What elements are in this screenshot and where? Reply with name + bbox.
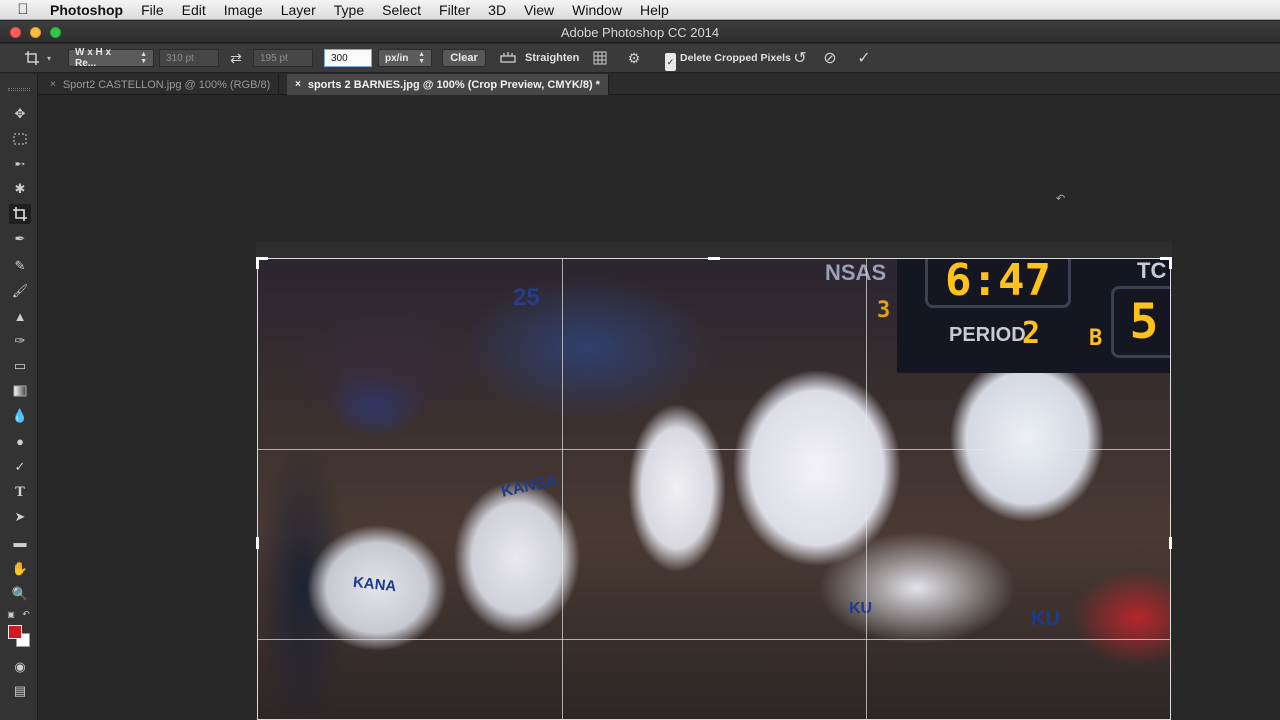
pen-tool-icon[interactable]: ✓ xyxy=(9,457,31,477)
team-left-digit: 3 xyxy=(877,298,891,323)
apple-menu-icon[interactable]:  xyxy=(0,1,46,18)
select-arrows-icon: ▲ ▼ xyxy=(418,51,425,65)
healing-brush-tool-icon[interactable]: ✎ xyxy=(9,256,31,276)
close-tab-icon[interactable]: × xyxy=(295,79,301,90)
resolution-unit-label: px/in xyxy=(385,52,409,64)
scoreboard-team-text-right: TC xyxy=(1137,258,1167,283)
menu-layer[interactable]: Layer xyxy=(272,2,325,18)
delete-cropped-pixels-label: Delete Cropped Pixels xyxy=(680,52,791,64)
brush-tool-icon[interactable]: 🖌 xyxy=(9,281,31,301)
document-tab-sport2-castellon[interactable]: × Sport2 CASTELLON.jpg @ 100% (RGB/8) xyxy=(42,74,280,95)
menu-help[interactable]: Help xyxy=(631,2,678,18)
menu-file[interactable]: File xyxy=(132,2,173,18)
move-tool-icon[interactable]: ✥ xyxy=(9,104,31,124)
period-value: 2 xyxy=(1022,316,1041,351)
document-tab-label: Sport2 CASTELLON.jpg @ 100% (RGB/8) xyxy=(62,78,271,91)
menu-type[interactable]: Type xyxy=(325,2,373,18)
overlay-grid-icon[interactable] xyxy=(591,49,609,67)
hand-tool-icon[interactable]: ✋ xyxy=(9,559,31,579)
delete-cropped-pixels-checkbox[interactable]: ✓ xyxy=(665,53,676,71)
menu-view[interactable]: View xyxy=(515,2,563,18)
history-brush-tool-icon[interactable]: ✑ xyxy=(9,331,31,351)
tools-panel: ✥ ➸ ✱ ✒ ✎ 🖌 ▲ ✑ ▭ 💧 ● ✓ T ➤ ▬ ✋ 🔍 ▣ ↶ ◉ … xyxy=(0,74,38,720)
blur-tool-icon[interactable]: 💧 xyxy=(9,406,31,426)
document-tab-sports2-barnes[interactable]: × sports 2 BARNES.jpg @ 100% (Crop Previ… xyxy=(287,74,609,95)
crop-width-field[interactable]: 310 pt xyxy=(159,49,219,67)
clear-button[interactable]: Clear xyxy=(442,49,486,67)
eraser-tool-icon[interactable]: ▭ xyxy=(9,356,31,376)
game-clock: 6:47 xyxy=(925,258,1071,308)
window-title-bar: Adobe Photoshop CC 2014 xyxy=(0,21,1280,43)
menu-select[interactable]: Select xyxy=(373,2,430,18)
menu-filter[interactable]: Filter xyxy=(430,2,479,18)
quick-mask-icon[interactable]: ◉ xyxy=(9,657,31,677)
document-tab-label: sports 2 BARNES.jpg @ 100% (Crop Preview… xyxy=(307,78,600,91)
default-colors-icon[interactable]: ▣ xyxy=(5,604,17,624)
commit-crop-checkmark-icon[interactable]: ✓ xyxy=(855,49,873,67)
document-tab-bar: × Sport2 CASTELLON.jpg @ 100% (RGB/8) × … xyxy=(38,74,1280,95)
resolution-unit-select[interactable]: px/in ▲ ▼ xyxy=(378,49,432,67)
select-arrows-icon: ▲ ▼ xyxy=(140,51,147,65)
crop-resolution-field[interactable]: 300 xyxy=(324,49,372,67)
menu-photoshop[interactable]: Photoshop xyxy=(46,2,132,18)
crop-options-bar: ▾ W x H x Re... ▲ ▼ 310 pt ⇄ 195 pt 300 p… xyxy=(0,44,1280,73)
menu-edit[interactable]: Edit xyxy=(173,2,215,18)
panel-grip[interactable] xyxy=(8,88,30,91)
crop-ratio-preset-label: W x H x Re... xyxy=(75,47,112,69)
swap-colors-icon[interactable]: ↶ xyxy=(20,604,32,624)
mac-menu-bar:  Photoshop File Edit Image Layer Type S… xyxy=(0,0,1280,20)
tool-preset-dropdown-icon[interactable]: ▾ xyxy=(47,49,51,67)
close-tab-icon[interactable]: × xyxy=(50,79,56,90)
quick-select-tool-icon[interactable]: ✱ xyxy=(9,179,31,199)
straighten-button[interactable]: Straighten xyxy=(525,49,579,67)
menu-image[interactable]: Image xyxy=(215,2,272,18)
path-selection-tool-icon[interactable]: ➤ xyxy=(9,507,31,527)
crop-ratio-preset-select[interactable]: W x H x Re... ▲ ▼ xyxy=(68,47,154,69)
scoreboard: NSAS 6:47 PERIOD 2 3 B 5 TC xyxy=(825,258,1171,373)
cancel-crop-icon[interactable]: ⊘ xyxy=(821,49,839,67)
crop-settings-gear-icon[interactable]: ⚙ xyxy=(625,49,643,67)
crop-tool-preset-icon[interactable] xyxy=(22,49,42,67)
jersey-text: KU xyxy=(1031,608,1060,630)
gradient-tool-icon[interactable] xyxy=(9,381,31,401)
period-label: PERIOD xyxy=(949,324,1026,346)
shape-tool-icon[interactable]: ▬ xyxy=(9,532,31,552)
straighten-icon[interactable] xyxy=(499,49,517,67)
foreground-color-swatch[interactable] xyxy=(8,625,22,639)
team-right-score: 5 xyxy=(1111,286,1171,358)
canvas-area[interactable]: NSAS 6:47 PERIOD 2 3 B 5 TC 25 KANSA KAN… xyxy=(38,95,1280,720)
screen-mode-icon[interactable]: ▤ xyxy=(9,681,31,701)
jersey-text: KANSA xyxy=(499,472,559,501)
document-image[interactable]: NSAS 6:47 PERIOD 2 3 B 5 TC 25 KANSA KAN… xyxy=(257,258,1171,720)
menu-window[interactable]: Window xyxy=(563,2,631,18)
zoom-tool-icon[interactable]: 🔍 xyxy=(9,584,31,604)
scoreboard-team-text: NSAS xyxy=(825,260,887,285)
reset-crop-icon[interactable]: ↺ xyxy=(791,49,809,67)
swap-icon[interactable]: ⇄ xyxy=(227,49,245,67)
jersey-number: 25 xyxy=(513,284,540,311)
marquee-tool-icon[interactable] xyxy=(9,129,31,149)
jersey-text: KANA xyxy=(352,573,398,596)
crop-height-field[interactable]: 195 pt xyxy=(253,49,313,67)
team-right-letter: B xyxy=(1089,326,1103,351)
menu-3d[interactable]: 3D xyxy=(479,2,515,18)
jersey-text: KU xyxy=(849,600,873,617)
type-tool-icon[interactable]: T xyxy=(9,482,31,502)
rotate-cursor-icon: ↶ xyxy=(1056,193,1066,205)
crop-tool-icon[interactable] xyxy=(9,204,31,224)
window-title: Adobe Photoshop CC 2014 xyxy=(560,25,720,40)
dodge-tool-icon[interactable]: ● xyxy=(9,431,31,451)
lasso-tool-icon[interactable]: ➸ xyxy=(9,154,31,174)
eyedropper-tool-icon[interactable]: ✒ xyxy=(9,229,31,249)
clone-stamp-tool-icon[interactable]: ▲ xyxy=(9,306,31,326)
